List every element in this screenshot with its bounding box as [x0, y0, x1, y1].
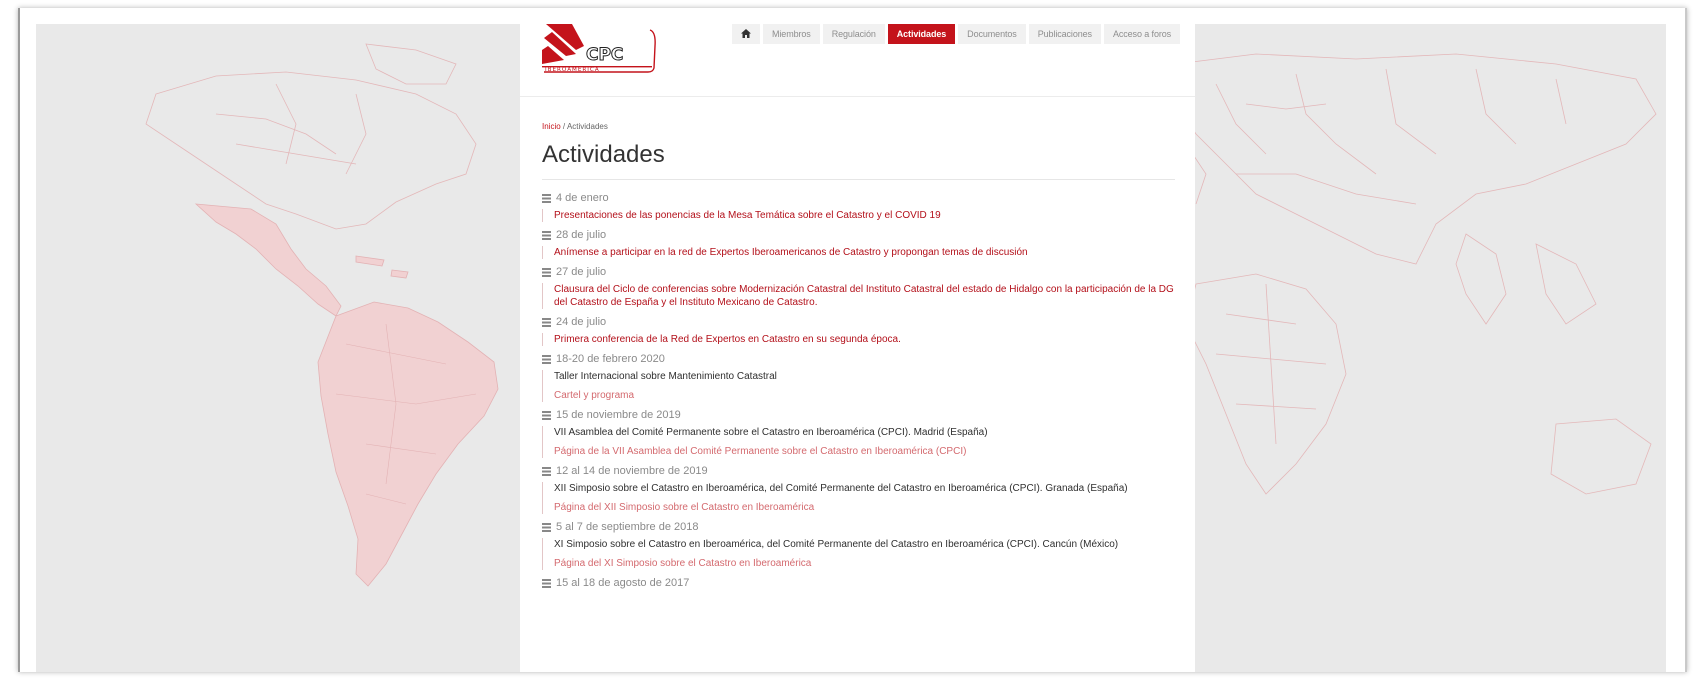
activity-item: 12 al 14 de noviembre de 2019 XII Simpos…	[542, 464, 1182, 514]
nav-acceso-foros[interactable]: Acceso a foros	[1103, 24, 1181, 44]
activity-link[interactable]: Presentaciones de las ponencias de la Me…	[554, 210, 941, 221]
activity-date: 4 de enero	[542, 191, 1182, 205]
activity-item: 18-20 de febrero 2020 Taller Internacion…	[542, 352, 1182, 402]
activity-title: XII Simposio sobre el Catastro en Iberoa…	[554, 483, 1128, 494]
breadcrumb-current: Actividades	[566, 122, 608, 131]
nav-regulacion[interactable]: Regulación	[822, 24, 885, 44]
calendar-icon	[542, 194, 551, 203]
activity-date: 27 de julio	[542, 265, 1182, 279]
nav-publicaciones[interactable]: Publicaciones	[1028, 24, 1101, 44]
activity-item: 28 de julio Anímense a participar en la …	[542, 228, 1182, 259]
activity-date: 12 al 14 de noviembre de 2019	[542, 464, 1182, 478]
nav-actividades[interactable]: Actividades	[887, 24, 956, 44]
activity-item: 15 al 18 de agosto de 2017	[542, 576, 1182, 590]
activity-entry: XII Simposio sobre el Catastro en Iberoa…	[542, 482, 1182, 514]
activity-title: XI Simposio sobre el Catastro en Iberoam…	[554, 539, 1119, 550]
activity-date-text: 12 al 14 de noviembre de 2019	[556, 465, 708, 477]
calendar-icon	[542, 467, 551, 476]
browser-frame: CPC IBEROAMÉRICA Miembros Regulación Act…	[18, 8, 1687, 672]
main-nav: Miembros Regulación Actividades Document…	[732, 24, 1183, 46]
activity-date-text: 15 al 18 de agosto de 2017	[556, 577, 690, 589]
logo-subtext: IBEROAMÉRICA	[545, 65, 600, 73]
calendar-icon	[542, 268, 551, 277]
title-divider	[542, 179, 1175, 180]
activity-date: 28 de julio	[542, 228, 1182, 242]
activity-entry: VII Asamblea del Comité Permanente sobre…	[542, 426, 1182, 458]
calendar-icon	[542, 231, 551, 240]
logo-text: CPC	[586, 45, 623, 65]
activity-entry: Taller Internacional sobre Mantenimiento…	[542, 370, 1182, 402]
activity-link[interactable]: Anímense a participar en la red de Exper…	[554, 247, 1028, 258]
activity-entry: Primera conferencia de la Red de Experto…	[542, 333, 1182, 346]
calendar-icon	[542, 355, 551, 364]
activity-item: 4 de enero Presentaciones de las ponenci…	[542, 191, 1182, 222]
activity-sublink[interactable]: Página del XII Simposio sobre el Catastr…	[554, 501, 1182, 514]
cpc-iberoamerica-logo[interactable]: CPC IBEROAMÉRICA	[542, 24, 658, 79]
activity-item: 27 de julio Clausura del Ciclo de confer…	[542, 265, 1182, 309]
activity-entry: Presentaciones de las ponencias de la Me…	[542, 209, 1182, 222]
calendar-icon	[542, 318, 551, 327]
activity-entry: Clausura del Ciclo de conferencias sobre…	[542, 283, 1182, 309]
activity-date-text: 28 de julio	[556, 229, 607, 241]
activity-item: 5 al 7 de septiembre de 2018 XI Simposio…	[542, 520, 1182, 570]
breadcrumb: Inicio / Actividades	[542, 122, 608, 131]
activity-date-text: 4 de enero	[556, 192, 609, 204]
activity-date-text: 24 de julio	[556, 316, 607, 328]
nav-home[interactable]	[732, 24, 760, 44]
activity-date: 24 de julio	[542, 315, 1182, 329]
activity-title: VII Asamblea del Comité Permanente sobre…	[554, 427, 988, 438]
activity-date-text: 5 al 7 de septiembre de 2018	[556, 521, 699, 533]
site-header: CPC IBEROAMÉRICA Miembros Regulación Act…	[520, 24, 1195, 97]
page-title: Actividades	[542, 141, 665, 168]
nav-miembros[interactable]: Miembros	[763, 24, 820, 44]
activity-link[interactable]: Primera conferencia de la Red de Experto…	[554, 334, 901, 345]
content-panel: CPC IBEROAMÉRICA Miembros Regulación Act…	[520, 24, 1195, 672]
nav-documentos[interactable]: Documentos	[958, 24, 1026, 44]
activity-date-text: 27 de julio	[556, 266, 607, 278]
activity-date-text: 18-20 de febrero 2020	[556, 353, 665, 365]
breadcrumb-separator: /	[562, 122, 566, 131]
activity-date: 18-20 de febrero 2020	[542, 352, 1182, 366]
calendar-icon	[542, 411, 551, 420]
activity-sublink[interactable]: Página del XI Simposio sobre el Catastro…	[554, 557, 1182, 570]
activities-list: 4 de enero Presentaciones de las ponenci…	[542, 191, 1182, 596]
activity-date-text: 15 de noviembre de 2019	[556, 409, 681, 421]
cpc-logo-graphic: CPC IBEROAMÉRICA	[542, 24, 656, 73]
home-icon	[741, 29, 751, 38]
activity-title: Taller Internacional sobre Mantenimiento…	[554, 371, 777, 382]
calendar-icon	[542, 579, 551, 588]
activity-sublink[interactable]: Página de la VII Asamblea del Comité Per…	[554, 445, 1182, 458]
activity-item: 15 de noviembre de 2019 VII Asamblea del…	[542, 408, 1182, 458]
activity-entry: Anímense a participar en la red de Exper…	[542, 246, 1182, 259]
activity-date: 15 de noviembre de 2019	[542, 408, 1182, 422]
activity-entry: XI Simposio sobre el Catastro en Iberoam…	[542, 538, 1182, 570]
activity-link[interactable]: Clausura del Ciclo de conferencias sobre…	[554, 284, 1174, 308]
activity-item: 24 de julio Primera conferencia de la Re…	[542, 315, 1182, 346]
calendar-icon	[542, 523, 551, 532]
activity-date: 5 al 7 de septiembre de 2018	[542, 520, 1182, 534]
activity-sublink[interactable]: Cartel y programa	[554, 389, 1182, 402]
activity-date: 15 al 18 de agosto de 2017	[542, 576, 1182, 590]
breadcrumb-home-link[interactable]: Inicio	[542, 122, 561, 131]
